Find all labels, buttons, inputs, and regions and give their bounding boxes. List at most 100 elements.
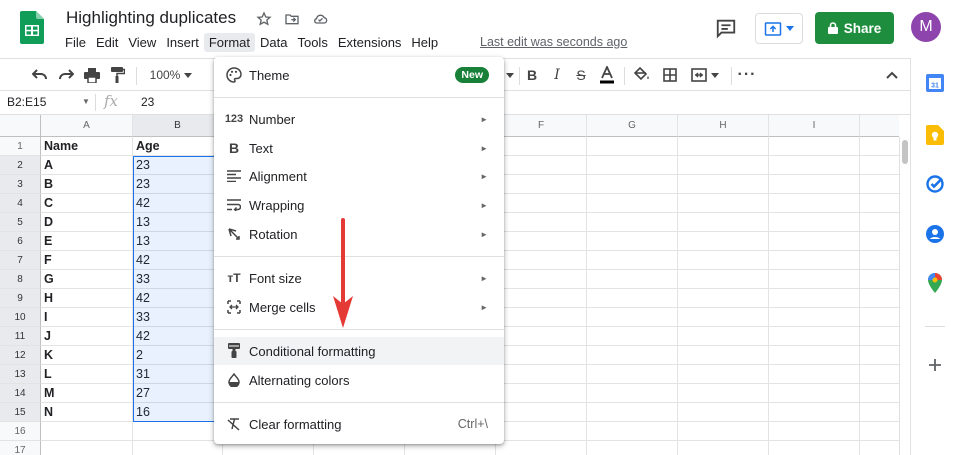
account-avatar[interactable]: M xyxy=(911,12,941,42)
table-cell[interactable] xyxy=(769,232,860,251)
row-header[interactable]: 1 xyxy=(0,137,41,156)
table-cell[interactable]: J xyxy=(41,327,133,346)
menu-file[interactable]: File xyxy=(60,33,91,52)
table-cell[interactable] xyxy=(860,194,899,213)
row-header[interactable]: 9 xyxy=(0,289,41,308)
menu-help[interactable]: Help xyxy=(406,33,443,52)
table-cell[interactable] xyxy=(769,270,860,289)
table-cell[interactable] xyxy=(860,441,899,455)
table-cell[interactable] xyxy=(769,289,860,308)
table-cell[interactable] xyxy=(587,232,678,251)
menu-item-number[interactable]: 123 Number ► xyxy=(214,105,504,133)
table-cell[interactable] xyxy=(587,270,678,289)
undo-icon[interactable] xyxy=(30,65,50,85)
share-button[interactable]: Share xyxy=(815,12,894,44)
menu-extensions[interactable]: Extensions xyxy=(333,33,407,52)
table-cell[interactable] xyxy=(496,137,587,156)
row-header[interactable]: 17 xyxy=(0,441,41,455)
collapse-menus-icon[interactable] xyxy=(882,65,902,85)
row-header[interactable]: 6 xyxy=(0,232,41,251)
table-cell[interactable] xyxy=(678,175,769,194)
table-cell[interactable] xyxy=(496,175,587,194)
table-cell[interactable]: I xyxy=(41,308,133,327)
menu-edit[interactable]: Edit xyxy=(91,33,123,52)
table-cell[interactable] xyxy=(41,441,133,455)
table-cell[interactable] xyxy=(860,270,899,289)
borders-icon[interactable] xyxy=(660,65,680,85)
table-cell[interactable] xyxy=(496,270,587,289)
row-header[interactable]: 3 xyxy=(0,175,41,194)
add-addon-icon[interactable] xyxy=(925,355,945,375)
table-cell[interactable]: M xyxy=(41,384,133,403)
table-cell[interactable] xyxy=(860,365,899,384)
chevron-down-icon[interactable]: ▼ xyxy=(82,97,90,106)
select-all-corner[interactable] xyxy=(0,115,41,137)
table-cell[interactable] xyxy=(769,441,860,455)
table-cell[interactable] xyxy=(587,251,678,270)
formula-input[interactable]: 23 xyxy=(141,95,154,109)
table-cell[interactable] xyxy=(678,213,769,232)
doc-title[interactable]: Highlighting duplicates xyxy=(66,8,236,28)
table-cell[interactable] xyxy=(678,384,769,403)
table-cell[interactable] xyxy=(587,422,678,441)
fill-color-icon[interactable] xyxy=(632,65,652,85)
table-cell[interactable]: H xyxy=(41,289,133,308)
menu-item-rotation[interactable]: Rotation ► xyxy=(214,220,504,248)
table-cell[interactable] xyxy=(678,422,769,441)
row-header[interactable]: 15 xyxy=(0,403,41,422)
table-cell[interactable]: A xyxy=(41,156,133,175)
table-cell[interactable]: 23 xyxy=(133,156,223,175)
italic-icon[interactable]: I xyxy=(547,65,567,85)
row-header[interactable]: 10 xyxy=(0,308,41,327)
table-cell[interactable] xyxy=(678,346,769,365)
column-header[interactable]: F xyxy=(496,115,587,137)
table-cell[interactable]: 31 xyxy=(133,365,223,384)
table-cell[interactable] xyxy=(769,156,860,175)
menu-item-text[interactable]: B Text ► xyxy=(214,134,504,162)
table-cell[interactable] xyxy=(496,289,587,308)
table-cell[interactable] xyxy=(587,346,678,365)
table-cell[interactable] xyxy=(587,308,678,327)
column-header[interactable]: B xyxy=(133,115,223,137)
maps-icon[interactable] xyxy=(925,273,945,293)
table-cell[interactable] xyxy=(133,441,223,455)
table-cell[interactable]: D xyxy=(41,213,133,232)
row-header[interactable]: 8 xyxy=(0,270,41,289)
table-cell[interactable] xyxy=(769,308,860,327)
table-cell[interactable] xyxy=(587,441,678,455)
zoom-select[interactable]: 100% xyxy=(146,65,196,85)
merge-cells-button[interactable] xyxy=(688,65,722,85)
table-cell[interactable]: Age xyxy=(133,137,223,156)
table-cell[interactable] xyxy=(496,365,587,384)
table-cell[interactable] xyxy=(496,384,587,403)
menu-item-clear-formatting[interactable]: Clear formatting Ctrl+\ xyxy=(214,410,504,438)
table-cell[interactable] xyxy=(860,232,899,251)
table-cell[interactable] xyxy=(769,175,860,194)
table-cell[interactable]: N xyxy=(41,403,133,422)
menu-insert[interactable]: Insert xyxy=(161,33,204,52)
table-cell[interactable] xyxy=(678,251,769,270)
present-button[interactable] xyxy=(755,13,803,44)
table-cell[interactable]: E xyxy=(41,232,133,251)
table-cell[interactable]: 42 xyxy=(133,289,223,308)
table-cell[interactable] xyxy=(587,137,678,156)
move-folder-icon[interactable] xyxy=(282,9,302,29)
table-cell[interactable]: 42 xyxy=(133,194,223,213)
table-cell[interactable] xyxy=(769,422,860,441)
table-cell[interactable] xyxy=(678,156,769,175)
table-cell[interactable] xyxy=(860,384,899,403)
table-cell[interactable] xyxy=(860,308,899,327)
table-cell[interactable] xyxy=(769,403,860,422)
column-header[interactable]: I xyxy=(769,115,860,137)
table-cell[interactable] xyxy=(587,213,678,232)
table-cell[interactable] xyxy=(587,175,678,194)
table-cell[interactable]: B xyxy=(41,175,133,194)
row-header[interactable]: 2 xyxy=(0,156,41,175)
table-cell[interactable]: C xyxy=(41,194,133,213)
keep-icon[interactable] xyxy=(925,125,945,145)
table-cell[interactable] xyxy=(496,194,587,213)
table-cell[interactable]: 33 xyxy=(133,308,223,327)
table-cell[interactable] xyxy=(678,289,769,308)
table-cell[interactable] xyxy=(860,213,899,232)
table-cell[interactable] xyxy=(860,137,899,156)
